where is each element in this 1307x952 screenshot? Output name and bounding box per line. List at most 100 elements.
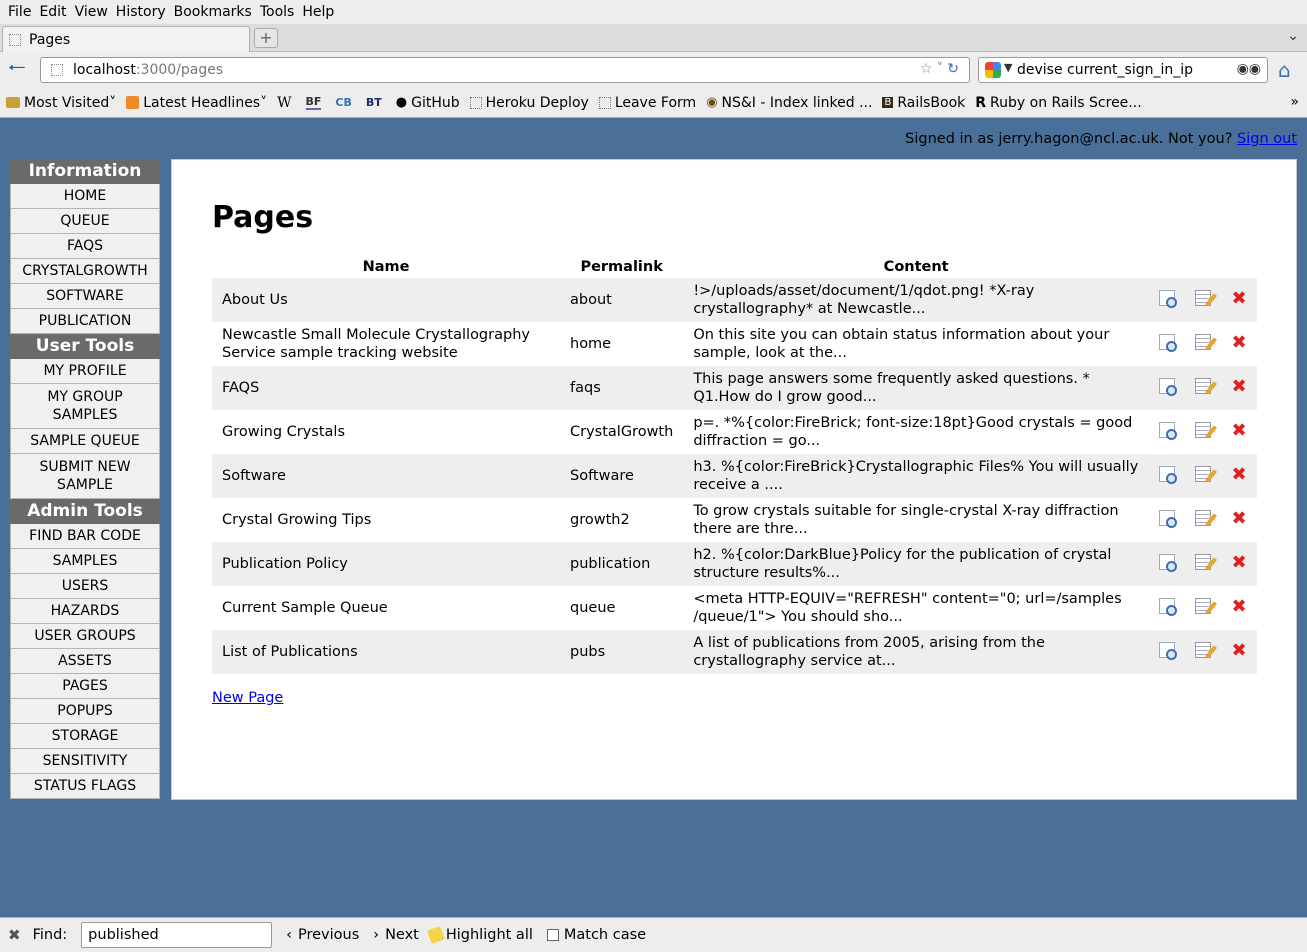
menu-file[interactable]: File xyxy=(4,4,35,20)
delete-icon[interactable]: ✖ xyxy=(1231,598,1247,616)
bookmark-latest-headlines[interactable]: Latest Headlines ˅ xyxy=(126,95,267,111)
url-bar[interactable]: localhost:3000/pages ☆˅↻ xyxy=(40,57,970,83)
sidebar-item-software[interactable]: SOFTWARE xyxy=(10,284,160,309)
bookmark-nsi[interactable]: ◉ NS&I - Index linked ... xyxy=(706,95,872,111)
bookmark-most-visited[interactable]: Most Visited ˅ xyxy=(6,95,116,111)
show-icon[interactable] xyxy=(1159,553,1177,572)
sidebar-item-sample-queue[interactable]: SAMPLE QUEUE xyxy=(10,429,160,454)
reload-icon[interactable]: ↻ xyxy=(947,61,963,77)
edit-icon[interactable] xyxy=(1195,553,1211,570)
url-actions: ☆˅↻ xyxy=(920,61,963,77)
delete-icon[interactable]: ✖ xyxy=(1231,378,1247,396)
bookmark-leave-form[interactable]: Leave Form xyxy=(598,95,696,111)
sidebar-item-pages[interactable]: PAGES xyxy=(10,674,160,699)
delete-icon[interactable]: ✖ xyxy=(1231,642,1247,660)
sidebar-item-submit-new-sample[interactable]: SUBMIT NEW SAMPLE xyxy=(10,454,160,499)
search-bar[interactable]: ▼ devise current_sign_in_ip ◉◉ xyxy=(978,57,1268,83)
chevron-down-icon[interactable]: ⌄ xyxy=(1287,28,1299,44)
match-case-checkbox[interactable]: Match case xyxy=(546,927,646,943)
chevron-down-icon[interactable]: ˅ xyxy=(936,61,947,77)
bookmark-cb[interactable]: CB xyxy=(335,96,355,109)
delete-cell: ✖ xyxy=(1221,454,1257,498)
sidebar-item-users[interactable]: USERS xyxy=(10,574,160,599)
sidebar-item-popups[interactable]: POPUPS xyxy=(10,699,160,724)
menu-bookmarks[interactable]: Bookmarks xyxy=(170,4,256,20)
sidebar-item-my-profile[interactable]: MY PROFILE xyxy=(10,359,160,384)
edit-icon[interactable] xyxy=(1195,641,1211,658)
back-arrow-icon[interactable]: 🠀 xyxy=(8,58,30,80)
sidebar-item-samples[interactable]: SAMPLES xyxy=(10,549,160,574)
delete-icon[interactable]: ✖ xyxy=(1231,510,1247,528)
edit-cell xyxy=(1185,322,1221,366)
edit-icon[interactable] xyxy=(1195,421,1211,438)
menu-help[interactable]: Help xyxy=(298,4,338,20)
google-icon[interactable] xyxy=(985,62,1001,78)
show-icon[interactable] xyxy=(1159,421,1177,440)
edit-icon[interactable] xyxy=(1195,377,1211,394)
cell-permalink: queue xyxy=(570,600,616,616)
delete-icon[interactable]: ✖ xyxy=(1231,422,1247,440)
find-previous-button[interactable]: ‹ Previous xyxy=(286,927,359,943)
sidebar-item-status-flags[interactable]: STATUS FLAGS xyxy=(10,774,160,799)
sidebar-item-queue[interactable]: QUEUE xyxy=(10,209,160,234)
show-icon[interactable] xyxy=(1159,465,1177,484)
chevron-down-icon[interactable]: ▼ xyxy=(1004,61,1012,74)
menu-tools[interactable]: Tools xyxy=(256,4,299,20)
sidebar-item-crystalgrowth[interactable]: CRYSTALGROWTH xyxy=(10,259,160,284)
show-icon[interactable] xyxy=(1159,377,1177,396)
sidebar-item-storage[interactable]: STORAGE xyxy=(10,724,160,749)
star-icon[interactable]: ☆ xyxy=(920,61,937,77)
edit-icon[interactable] xyxy=(1195,289,1211,306)
sidebar-item-hazards[interactable]: HAZARDS xyxy=(10,599,160,624)
sidebar-item-assets[interactable]: ASSETS xyxy=(10,649,160,674)
edit-icon[interactable] xyxy=(1195,509,1211,526)
show-icon[interactable] xyxy=(1159,641,1177,660)
menu-history[interactable]: History xyxy=(112,4,170,20)
home-icon[interactable]: ⌂ xyxy=(1278,58,1300,82)
tab-pages[interactable]: Pages xyxy=(2,26,250,52)
main-content: Pages Name Permalink Content About Us abo… xyxy=(171,159,1297,800)
sidebar-item-sensitivity[interactable]: SENSITIVITY xyxy=(10,749,160,774)
menu-view[interactable]: View xyxy=(71,4,112,20)
bookmark-ruby-on-rails[interactable]: R Ruby on Rails Scree... xyxy=(975,95,1141,111)
bookmark-bt[interactable]: BT xyxy=(366,96,386,109)
sidebar-item-publication[interactable]: PUBLICATION xyxy=(10,309,160,334)
show-icon[interactable] xyxy=(1159,289,1177,308)
tab-title: Pages xyxy=(29,31,71,48)
highlight-all-button[interactable]: Highlight all xyxy=(426,926,533,944)
delete-icon[interactable]: ✖ xyxy=(1231,290,1247,308)
bookmark-bf[interactable]: BF xyxy=(305,95,326,110)
new-page-link[interactable]: New Page xyxy=(212,690,283,706)
edit-icon[interactable] xyxy=(1195,333,1211,350)
bookmark-wikipedia[interactable]: W xyxy=(277,95,295,111)
search-input[interactable]: devise current_sign_in_ip xyxy=(1017,62,1193,78)
edit-icon[interactable] xyxy=(1195,465,1211,482)
show-icon[interactable] xyxy=(1159,597,1177,616)
sidebar-item-my-group-samples[interactable]: MY GROUP SAMPLES xyxy=(10,384,160,429)
show-icon[interactable] xyxy=(1159,509,1177,528)
sidebar-item-find-bar-code[interactable]: FIND BAR CODE xyxy=(10,524,160,549)
cell-name: Current Sample Queue xyxy=(222,600,388,616)
delete-cell: ✖ xyxy=(1221,410,1257,454)
find-next-button[interactable]: › Next xyxy=(373,927,419,943)
wikipedia-icon: W xyxy=(277,94,292,111)
close-icon[interactable]: ✖ xyxy=(8,926,21,944)
find-input[interactable]: published xyxy=(81,922,273,948)
bookmark-railsbook[interactable]: B RailsBook xyxy=(882,95,965,111)
sign-out-link[interactable]: Sign out xyxy=(1237,131,1297,147)
menu-edit[interactable]: Edit xyxy=(35,4,70,20)
delete-icon[interactable]: ✖ xyxy=(1231,554,1247,572)
new-tab-button[interactable]: + xyxy=(254,28,278,48)
sidebar-item-user-groups[interactable]: USER GROUPS xyxy=(10,624,160,649)
bookmark-heroku-deploy[interactable]: Heroku Deploy xyxy=(469,95,589,111)
delete-icon[interactable]: ✖ xyxy=(1231,334,1247,352)
edit-icon[interactable] xyxy=(1195,597,1211,614)
sidebar-item-faqs[interactable]: FAQS xyxy=(10,234,160,259)
show-icon[interactable] xyxy=(1159,333,1177,352)
cell-name: Software xyxy=(212,454,560,498)
sidebar-item-home[interactable]: HOME xyxy=(10,184,160,209)
bookmarks-overflow-icon[interactable]: » xyxy=(1290,94,1299,110)
delete-icon[interactable]: ✖ xyxy=(1231,466,1247,484)
binoculars-icon[interactable]: ◉◉ xyxy=(1237,61,1261,77)
bookmark-github[interactable]: ● GitHub xyxy=(396,95,460,111)
